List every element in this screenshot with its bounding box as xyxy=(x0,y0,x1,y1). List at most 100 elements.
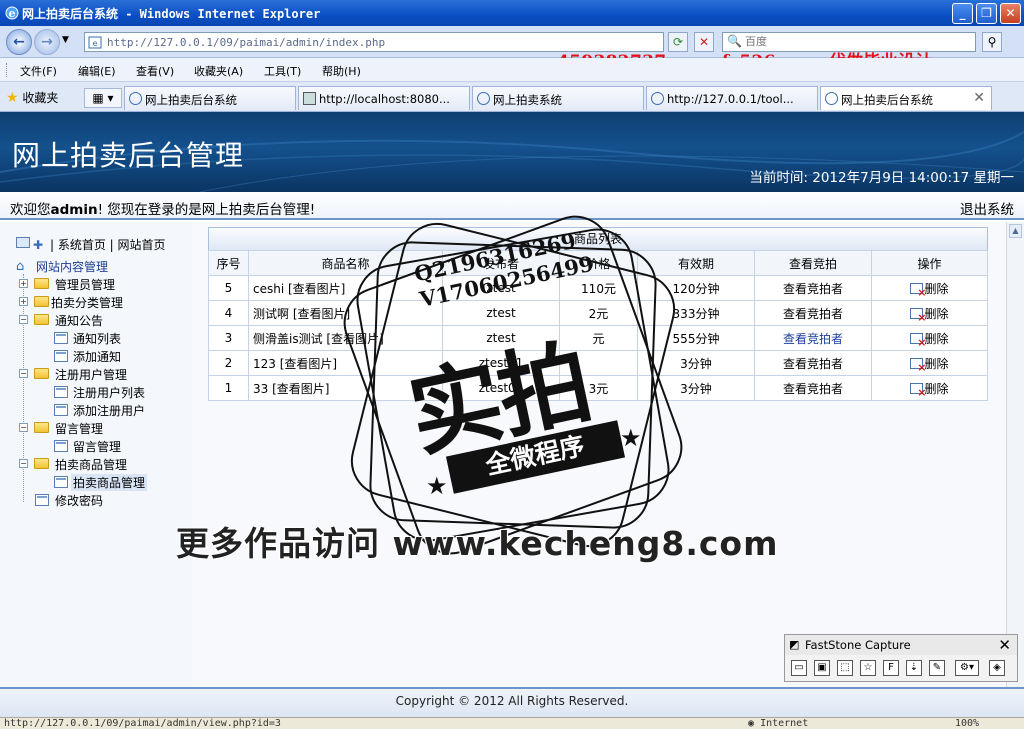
root-house-icon: ⌂ xyxy=(16,259,25,274)
logout-link[interactable]: 退出系统 xyxy=(960,198,1014,218)
close-button[interactable]: ✕ xyxy=(1000,3,1021,24)
home-icon xyxy=(16,237,30,248)
menu-help[interactable]: 帮助(H) xyxy=(322,63,361,79)
delete-icon[interactable] xyxy=(910,382,926,399)
expand-icon[interactable]: + xyxy=(19,297,28,306)
collapse-icon[interactable]: − xyxy=(19,423,28,432)
tree-root[interactable]: 网站内容管理 xyxy=(36,258,108,275)
forward-button[interactable]: → xyxy=(34,29,60,55)
menu-view[interactable]: 查看(V) xyxy=(136,63,174,79)
delete-link[interactable]: 删除 xyxy=(924,307,948,321)
collapse-icon[interactable]: − xyxy=(19,315,28,324)
view-bidders-link[interactable]: 查看竞拍者 xyxy=(754,375,872,401)
delete-cell: 删除 xyxy=(871,350,988,376)
delete-icon[interactable] xyxy=(910,307,926,324)
document-icon xyxy=(54,476,68,488)
search-button[interactable]: ⚲ xyxy=(982,32,1002,52)
delete-cell: 删除 xyxy=(871,325,988,351)
capture-window-icon[interactable]: ▭ xyxy=(791,660,807,676)
faststone-close-icon[interactable]: ✕ xyxy=(998,635,1011,655)
header-banner: 网上拍卖后台管理 当前时间: 2012年7月9日 14:00:17 星期一 xyxy=(0,112,1024,192)
cell-id: 5 xyxy=(208,275,249,301)
tab-image-icon xyxy=(303,92,316,105)
delete-icon[interactable] xyxy=(910,332,926,349)
faststone-capture-window[interactable]: ◩ FastStone Capture ✕ ▭ ▣ ⬚ ☆ F ⇣ ✎ ⚙▾ ◈ xyxy=(784,634,1018,682)
maximize-button[interactable]: ❐ xyxy=(976,3,997,24)
view-bidders-link[interactable]: 查看竞拍者 xyxy=(754,275,872,301)
sidebar-item-change-password[interactable]: 修改密码 xyxy=(55,492,103,509)
color-picker-icon[interactable]: ✎ xyxy=(929,660,945,676)
tab-4[interactable]: http://127.0.0.1/tool... xyxy=(646,86,818,110)
sidebar-item-admin-manage[interactable]: 管理员管理 xyxy=(55,276,115,293)
collapse-icon[interactable]: − xyxy=(19,369,28,378)
view-bidders-link[interactable]: 查看竞拍者 xyxy=(754,300,872,326)
back-button[interactable]: ← xyxy=(6,29,32,55)
delete-link[interactable]: 删除 xyxy=(924,357,948,371)
delete-link[interactable]: 删除 xyxy=(924,382,948,396)
cell-id: 3 xyxy=(208,325,249,351)
search-engine-icon: 🔍 xyxy=(727,34,742,48)
delete-icon[interactable] xyxy=(910,282,926,299)
status-bar: http://127.0.0.1/09/paimai/admin/view.ph… xyxy=(0,717,1024,729)
view-bidders-link[interactable]: 查看竞拍者 xyxy=(754,350,872,376)
tab-2[interactable]: http://localhost:8080... xyxy=(298,86,470,110)
search-icon: ⚲ xyxy=(987,35,997,49)
sidebar-item-category-manage[interactable]: 拍卖分类管理 xyxy=(51,294,123,311)
tab-bar: ★ 收藏夹 ▦ ▾ 网上拍卖后台系统 http://localhost:8080… xyxy=(0,82,1024,112)
svg-text:e: e xyxy=(9,7,16,20)
expand-icon[interactable]: + xyxy=(19,279,28,288)
favorites-button[interactable]: ★ 收藏夹 xyxy=(6,89,58,106)
view-bidders-link[interactable]: 查看竞拍者 xyxy=(754,325,872,351)
delete-icon[interactable] xyxy=(910,357,926,374)
vertical-scrollbar[interactable]: ▲ xyxy=(1006,222,1024,687)
tab-5-active[interactable]: 网上拍卖后台系统 ✕ xyxy=(820,86,992,110)
zoom-level[interactable]: 100% xyxy=(955,718,979,729)
welcome-suffix: ! 您现在登录的是网上拍卖后台管理! xyxy=(97,202,316,218)
capture-object-icon[interactable]: ▣ xyxy=(814,660,830,676)
folder-icon xyxy=(34,278,49,289)
capture-freehand-icon[interactable]: ☆ xyxy=(860,660,876,676)
sidebar-item-message-manage[interactable]: 留言管理 xyxy=(73,438,121,455)
folder-open-icon xyxy=(34,314,49,325)
history-dropdown-icon[interactable]: ▼ xyxy=(62,35,69,45)
sidebar-item-user-list[interactable]: 注册用户列表 xyxy=(73,384,145,401)
sidebar-item-user-manage[interactable]: 注册用户管理 xyxy=(55,366,127,383)
tab-label: http://127.0.0.1/tool... xyxy=(667,92,794,106)
internet-icon: ◉ xyxy=(748,718,755,729)
document-icon xyxy=(54,332,68,344)
delete-link[interactable]: 删除 xyxy=(924,332,948,346)
delete-link[interactable]: 删除 xyxy=(924,282,948,296)
capture-scroll-icon[interactable]: ⇣ xyxy=(906,660,922,676)
minimize-button[interactable]: _ xyxy=(952,3,973,24)
star-icon: ★ xyxy=(426,472,448,500)
menu-tools[interactable]: 工具(T) xyxy=(264,63,301,79)
faststone-titlebar: ◩ FastStone Capture ✕ xyxy=(785,635,1017,655)
sidebar-item-add-notice[interactable]: 添加通知 xyxy=(73,348,121,365)
menu-file[interactable]: 文件(F) xyxy=(20,63,57,79)
scroll-up-icon[interactable]: ▲ xyxy=(1009,224,1022,238)
menu-favorites[interactable]: 收藏夹(A) xyxy=(194,63,243,79)
tab-1[interactable]: 网上拍卖后台系统 xyxy=(124,86,296,110)
sidebar-item-goods[interactable]: 拍卖商品管理 xyxy=(55,456,127,473)
sidebar-item-goods-manage[interactable]: 拍卖商品管理 xyxy=(71,474,148,491)
tab-close-icon[interactable]: ✕ xyxy=(973,90,985,106)
top-links[interactable]: | 系统首页 | 网站首页 xyxy=(50,236,166,253)
window-titlebar: e 网上拍卖后台系统 - Windows Internet Explorer _… xyxy=(0,0,1024,26)
sidebar-item-notice-list[interactable]: 通知列表 xyxy=(73,330,121,347)
tab-label: 网上拍卖后台系统 xyxy=(841,93,933,107)
capture-fullscreen-icon[interactable]: F xyxy=(883,660,899,676)
tab-3[interactable]: 网上拍卖系统 xyxy=(472,86,644,110)
output-icon[interactable]: ◈ xyxy=(989,660,1005,676)
settings-icon[interactable]: ⚙▾ xyxy=(955,660,979,676)
quick-tabs-button[interactable]: ▦ ▾ xyxy=(84,88,122,108)
capture-rect-icon[interactable]: ⬚ xyxy=(837,660,853,676)
collapse-icon[interactable]: − xyxy=(19,459,28,468)
sidebar-item-message[interactable]: 留言管理 xyxy=(55,420,103,437)
document-icon xyxy=(54,440,68,452)
sidebar-item-add-user[interactable]: 添加注册用户 xyxy=(73,402,145,419)
menu-edit[interactable]: 编辑(E) xyxy=(78,63,116,79)
tab-page-icon xyxy=(477,92,490,105)
sidebar-item-notice[interactable]: 通知公告 xyxy=(55,312,103,329)
document-icon xyxy=(54,386,68,398)
footer: Copyright © 2012 All Rights Reserved. xyxy=(0,687,1024,717)
